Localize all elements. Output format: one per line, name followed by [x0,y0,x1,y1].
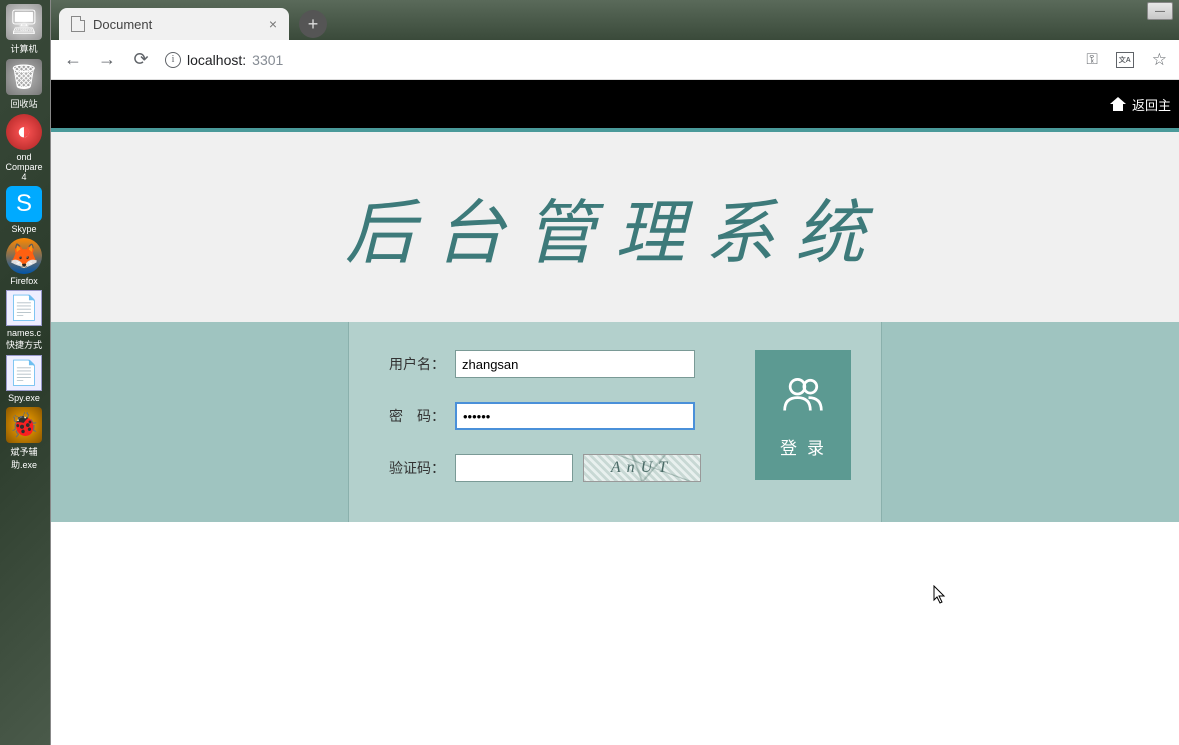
desktop-icon-label: Firefox [2,276,46,286]
password-label: 密 码： [379,406,445,426]
login-form: 用户名： 密 码： 验证码： AnUT [379,350,735,494]
desktop-icon-computer[interactable]: 🖥 计算机 [2,4,46,55]
desktop-icon-file1[interactable]: 📄 names.c 快捷方式 [2,290,46,351]
back-button[interactable]: ← [63,49,83,70]
desktop-icon-label: 斌予辅助.exe [2,445,46,471]
forward-button[interactable]: → [97,49,117,70]
desktop-background: 🖥 计算机 🗑 回收站 ◐ ond Compare 4 S Skype 🦊 Fi… [0,0,50,745]
desktop-icon-label: 回收站 [2,97,46,110]
users-icon [781,372,825,416]
address-bar: ← → ⟳ i localhost: 3301 ⚿ 文A ☆ [51,40,1179,80]
desktop-icon-bug[interactable]: 🐞 斌予辅助.exe [2,407,46,471]
desktop-icon-compare[interactable]: ◐ ond Compare 4 [2,114,46,182]
document-icon [71,16,85,32]
password-input[interactable] [455,402,695,430]
captcha-label: 验证码： [379,458,445,478]
url-port: 3301 [252,52,283,68]
captcha-image[interactable]: AnUT [583,454,701,482]
username-input[interactable] [455,350,695,378]
home-icon [1110,97,1126,111]
login-section: 用户名： 密 码： 验证码： AnUT [51,322,1179,522]
password-key-icon[interactable]: ⚿ [1086,51,1097,68]
tab-close-icon[interactable]: × [269,16,277,32]
return-home-link[interactable]: 返回主 [1132,95,1171,114]
page-header: 返回主 [51,80,1179,132]
desktop-icon-label: Spy.exe [2,393,46,403]
login-button[interactable]: 登录 [755,350,851,480]
translate-icon[interactable]: 文A [1116,52,1134,68]
window-minimize-button[interactable]: — [1147,2,1173,20]
tab-bar: Document × + — [51,0,1179,40]
login-button-text: 登录 [772,434,834,459]
desktop-icon-skype[interactable]: S Skype [2,186,46,234]
url-field[interactable]: i localhost: 3301 [165,52,1072,68]
page-title: 后台管理系统 [345,177,885,278]
browser-tab[interactable]: Document × [59,8,289,40]
page-content: 返回主 后台管理系统 用户名： 密 码： 验证码： [51,80,1179,745]
tab-title: Document [93,17,152,32]
bookmark-star-icon[interactable]: ☆ [1152,50,1167,70]
site-info-icon[interactable]: i [165,52,181,68]
url-host: localhost: [187,52,246,68]
desktop-icon-label: 计算机 [2,42,46,55]
captcha-input[interactable] [455,454,573,482]
title-section: 后台管理系统 [51,132,1179,322]
desktop-icon-spy[interactable]: 📄 Spy.exe [2,355,46,403]
desktop-icon-label: ond Compare 4 [2,152,46,182]
username-label: 用户名： [379,354,445,374]
desktop-icon-firefox[interactable]: 🦊 Firefox [2,238,46,286]
desktop-icon-label: names.c 快捷方式 [2,328,46,351]
reload-button[interactable]: ⟳ [131,49,151,70]
new-tab-button[interactable]: + [299,10,327,38]
desktop-icon-label: Skype [2,224,46,234]
desktop-icon-recycle[interactable]: 🗑 回收站 [2,59,46,110]
login-panel: 用户名： 密 码： 验证码： AnUT [348,322,882,522]
browser-window: Document × + — ← → ⟳ i localhost: 3301 ⚿ … [50,0,1179,745]
